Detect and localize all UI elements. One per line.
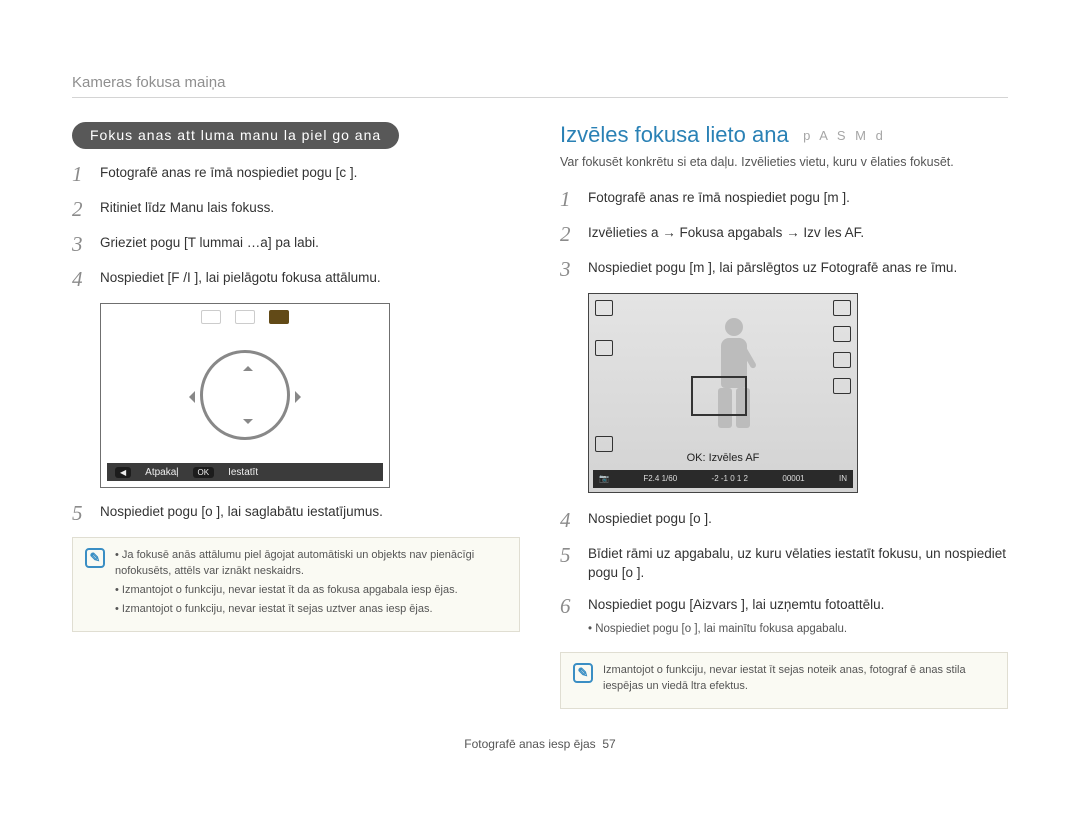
ok-key-icon: OK [193,467,215,478]
flower-icon [235,310,255,324]
note-icon: ✎ [573,663,593,683]
quality-icon [833,326,851,342]
size-icon [833,300,851,316]
step-3: 3Nospiediet pogu [m ], lai pārslēgtos uz… [560,258,1008,281]
storage-in: IN [839,474,847,483]
note-item: Ja fokusē anās attālumu piel āgojat auto… [115,548,507,580]
left-steps: 1Fotografē anas re īmā nospiediet pogu [… [72,163,520,291]
left-steps-cont: 5Nospiediet pogu [o ], lai saglabātu ies… [72,502,520,525]
focus-frame [691,376,747,416]
lcd-diagram-left: ◀ Atpakaļ OK Iestatīt [100,303,390,488]
step-6: 6 Nospiediet pogu [Aizvars ], lai uzņemt… [560,595,1008,640]
iso-icon [833,352,851,368]
section-heading: Izvēles fokusa lieto ana p A S M d [560,122,1008,148]
heading-text: Izvēles fokusa lieto ana [560,122,789,147]
lcd-back-label: Atpakaļ [145,467,178,478]
step-4: 4Nospiediet pogu [o ]. [560,509,1008,532]
step-6-sub: Nospiediet pogu [o ], lai mainītu fokusa… [588,621,1008,638]
lcd-ok-text: OK: Izvēles AF [589,452,857,464]
breadcrumb: Kameras fokusa maiņa [72,74,1008,98]
step-6-text: Nospiediet pogu [Aizvars ], lai uzņemtu … [588,597,884,612]
step-4: 4Nospiediet [F /I ], lai pielāgotu fokus… [72,268,520,291]
note-box-left: ✎ Ja fokusē anās attālumu piel āgojat au… [72,537,520,632]
content-columns: Fokus anas att luma manu la piel go ana … [72,122,1008,709]
step-3: 3Grieziet pogu [T lummai …a] pa labi. [72,233,520,256]
mf-icon [269,310,289,324]
left-column: Fokus anas att luma manu la piel go ana … [72,122,520,709]
lcd-right-icons [833,300,851,394]
lcd-bottom-bar: ◀ Atpakaļ OK Iestatīt [107,463,383,481]
step-1: 1Fotografē anas re īmā nospiediet pogu [… [560,188,1008,211]
note-icon: ✎ [85,548,105,568]
lcd-diagram-right: OK: Izvēles AF 📷 F2.4 1/60 -2 -1 0 1 2 0… [588,293,858,493]
note-item: Izmantojot o funkciju, nevar iestat īt s… [603,663,995,695]
focus-dial [200,350,290,440]
footer-page: 57 [602,737,615,751]
section-pill: Fokus anas att luma manu la piel go ana [72,122,399,149]
ev-scale: -2 -1 0 1 2 [712,474,748,483]
note-item: Izmantojot o funkciju, nevar iestat īt s… [115,602,507,618]
right-steps-cont: 4Nospiediet pogu [o ]. 5Bīdiet rāmi uz a… [560,509,1008,640]
lcd-screen-right: OK: Izvēles AF 📷 F2.4 1/60 -2 -1 0 1 2 0… [588,293,858,493]
step-1: 1Fotografē anas re īmā nospiediet pogu [… [72,163,520,186]
right-steps: 1Fotografē anas re īmā nospiediet pogu [… [560,188,1008,281]
sub-bullet: Nospiediet pogu [o ], lai mainītu fokusa… [588,621,1008,638]
lcd-info-bar: 📷 F2.4 1/60 -2 -1 0 1 2 00001 IN [593,470,853,488]
lcd-left-icons [595,300,613,452]
note-list: Izmantojot o funkciju, nevar iestat īt s… [603,663,995,698]
page-footer: Fotografē anas iesp ējas 57 [72,737,1008,751]
manual-page: Kameras fokusa maiņa Fokus anas att luma… [0,0,1080,771]
footer-label: Fotografē anas iesp ējas [464,737,595,751]
note-item: Izmantojot o funkciju, nevar iestat īt d… [115,583,507,599]
stabilizer-icon [595,436,613,452]
right-column: Izvēles fokusa lieto ana p A S M d Var f… [560,122,1008,709]
exposure-info: F2.4 1/60 [643,474,677,483]
step-2: 2Izvēlieties a → Fokusa apgabals → Izv l… [560,223,1008,246]
battery-icon [595,300,613,316]
shot-count: 00001 [782,474,804,483]
mode-icon [595,340,613,356]
lcd-top-icons [107,310,383,328]
step-5: 5Bīdiet rāmi uz apgabalu, uz kuru vēlati… [560,544,1008,583]
mode-icon [201,310,221,324]
heading-modes: p A S M d [803,128,886,143]
note-box-right: ✎ Izmantojot o funkciju, nevar iestat īt… [560,652,1008,709]
camera-icon: 📷 [599,474,609,483]
step-2: 2Ritiniet līdz Manu lais fokuss. [72,198,520,221]
step-5: 5Nospiediet pogu [o ], lai saglabātu ies… [72,502,520,525]
flash-icon [833,378,851,394]
back-key-icon: ◀ [115,467,131,478]
lcd-screen: ◀ Atpakaļ OK Iestatīt [100,303,390,488]
note-list: Ja fokusē anās attālumu piel āgojat auto… [115,548,507,621]
lcd-set-label: Iestatīt [228,467,258,478]
section-desc: Var fokusēt konkrētu si eta daļu. Izvēli… [560,154,1008,172]
